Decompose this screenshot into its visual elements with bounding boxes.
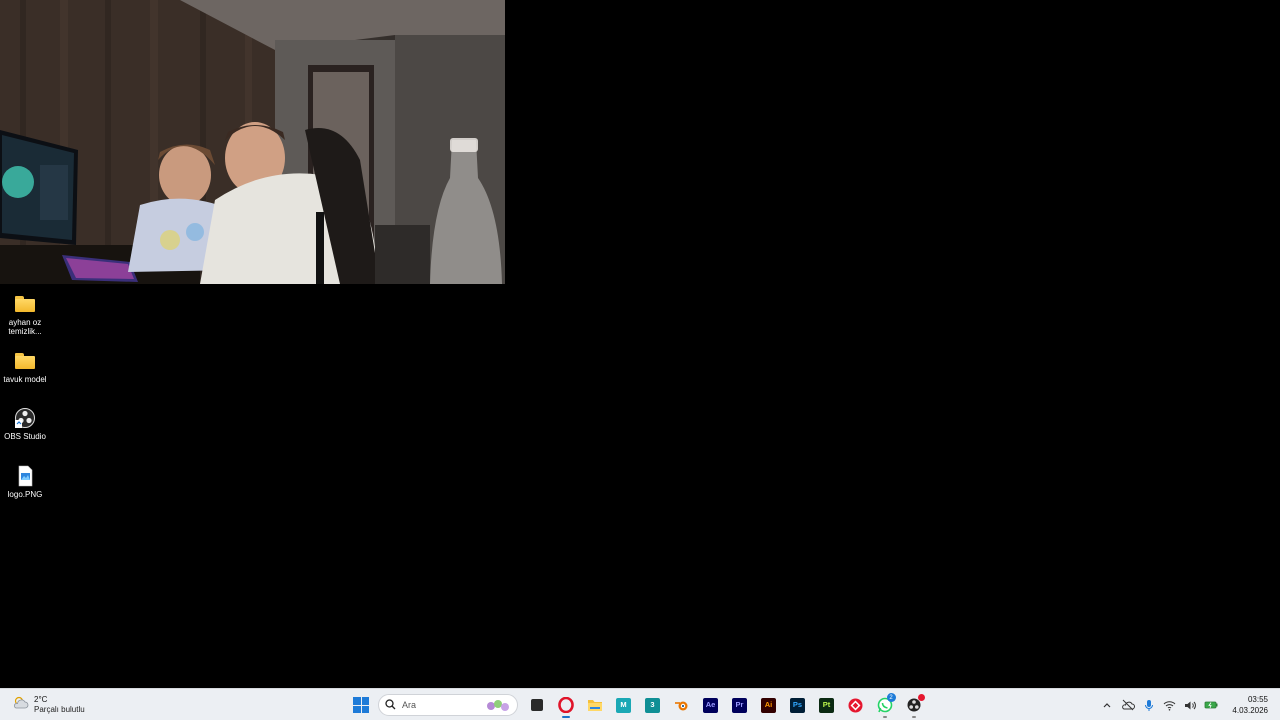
microphone-icon[interactable]: [1140, 697, 1157, 714]
painter-icon: Pt: [819, 697, 834, 713]
taskbar-app-obs[interactable]: [902, 693, 926, 718]
notification-badge: 2: [886, 693, 896, 702]
taskbar-app-file-explorer[interactable]: [583, 693, 607, 717]
illustrator-icon: Ai: [761, 697, 776, 713]
taskbar-app-maya[interactable]: M: [612, 693, 636, 717]
system-clock[interactable]: 03:55 4.03.2026: [1232, 694, 1268, 716]
taskbar-app-whatsapp[interactable]: 2: [873, 693, 897, 718]
folder-icon: [14, 293, 36, 315]
photoshop-icon: Ps: [790, 697, 805, 713]
search-placeholder: Ara: [402, 700, 417, 710]
premiere-pro-icon: Pr: [732, 697, 747, 713]
opera-icon: [557, 697, 574, 713]
taskbar-app-after-effects[interactable]: Ae: [699, 693, 723, 717]
desktop-icon-logo-png[interactable]: logo.PNG: [0, 465, 50, 499]
chevron-up-icon[interactable]: [1098, 697, 1115, 714]
weather-widget[interactable]: 2°C Parçalı bulutlu: [12, 694, 85, 716]
after-effects-icon: Ae: [703, 697, 718, 713]
camera-feed-image: [0, 0, 505, 284]
clock-time: 03:55: [1247, 695, 1268, 704]
taskbar-app-painter[interactable]: Pt: [815, 693, 839, 717]
desktop-icon-label: logo.PNG: [7, 490, 43, 499]
partly-cloudy-icon: [12, 694, 30, 717]
maya-icon: M: [616, 697, 631, 713]
taskbar-app-photoshop[interactable]: Ps: [786, 693, 810, 717]
wifi-icon[interactable]: [1161, 697, 1178, 714]
folder-icon: [14, 350, 36, 372]
start-button[interactable]: [350, 694, 372, 716]
taskbar-app-illustrator[interactable]: Ai: [757, 693, 781, 717]
taskbar-app-file-manager[interactable]: [525, 693, 549, 717]
webcam-preview: [0, 0, 505, 284]
anydesk-icon: [848, 698, 863, 712]
search-highlight-icon: [485, 698, 511, 713]
taskbar-app-opera[interactable]: [554, 693, 578, 718]
taskbar-center: Ara M 3 Ae Pr Ai Ps Pt 2: [350, 693, 928, 718]
desktop-icon-label: ayhan oz temizlik...: [8, 318, 42, 336]
taskbar-app-premiere-pro[interactable]: Pr: [728, 693, 752, 717]
desktop-icon-label: tavuk model: [3, 375, 47, 384]
3ds-max-icon: 3: [645, 697, 660, 713]
weather-temp: 2°C: [34, 695, 48, 704]
file-explorer-icon: [587, 700, 602, 711]
cloud-off-icon[interactable]: [1119, 697, 1136, 714]
volume-icon[interactable]: [1182, 697, 1199, 714]
search-icon: [385, 698, 396, 712]
desktop-icon-obs[interactable]: OBS Studio: [0, 407, 50, 441]
taskbar-app-blender[interactable]: [670, 693, 694, 717]
obs-icon: [14, 407, 36, 429]
image-file-icon: [14, 465, 36, 487]
taskbar-app-3ds-max[interactable]: 3: [641, 693, 665, 717]
desktop-icon-folder-ayhan[interactable]: ayhan oz temizlik...: [0, 293, 50, 336]
taskbar: 2°C Parçalı bulutlu Ara M 3 Ae Pr Ai Ps …: [0, 688, 1280, 720]
blender-icon: [674, 701, 687, 711]
weather-desc: Parçalı bulutlu: [34, 705, 85, 714]
recording-indicator-icon: [917, 694, 925, 701]
desktop-icon-label: OBS Studio: [4, 432, 46, 441]
desktop-icon-folder-tavuk[interactable]: tavuk model: [0, 350, 50, 384]
battery-charging-icon[interactable]: [1203, 697, 1220, 714]
file-manager-icon: [530, 699, 543, 711]
taskbar-app-anydesk[interactable]: [844, 693, 868, 717]
clock-date: 4.03.2026: [1232, 706, 1268, 715]
taskbar-search[interactable]: Ara: [378, 694, 518, 716]
system-tray: [1098, 693, 1220, 717]
